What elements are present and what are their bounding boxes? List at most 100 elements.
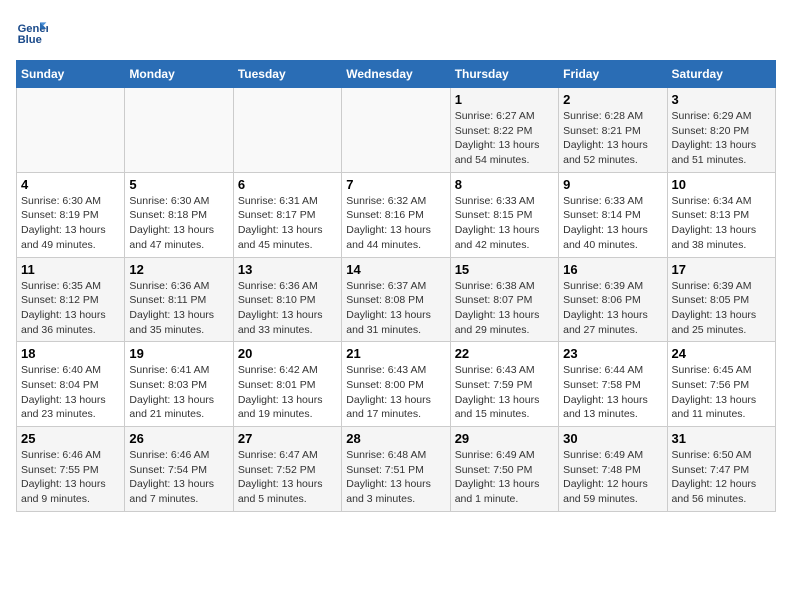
- day-info: Sunrise: 6:49 AM Sunset: 7:50 PM Dayligh…: [455, 448, 554, 507]
- day-info: Sunrise: 6:39 AM Sunset: 8:05 PM Dayligh…: [672, 279, 771, 338]
- day-number: 28: [346, 431, 445, 446]
- logo-icon: General Blue: [16, 16, 48, 48]
- calendar-cell: 29 Sunrise: 6:49 AM Sunset: 7:50 PM Dayli…: [450, 427, 558, 512]
- calendar-header-row: SundayMondayTuesdayWednesdayThursdayFrid…: [17, 61, 776, 88]
- day-info: Sunrise: 6:34 AM Sunset: 8:13 PM Dayligh…: [672, 194, 771, 253]
- day-number: 12: [129, 262, 228, 277]
- calendar-week-row: 4 Sunrise: 6:30 AM Sunset: 8:19 PM Daylig…: [17, 172, 776, 257]
- calendar-cell: 14 Sunrise: 6:37 AM Sunset: 8:08 PM Dayli…: [342, 257, 450, 342]
- calendar-cell: 31 Sunrise: 6:50 AM Sunset: 7:47 PM Dayli…: [667, 427, 775, 512]
- day-info: Sunrise: 6:41 AM Sunset: 8:03 PM Dayligh…: [129, 363, 228, 422]
- day-info: Sunrise: 6:40 AM Sunset: 8:04 PM Dayligh…: [21, 363, 120, 422]
- day-info: Sunrise: 6:38 AM Sunset: 8:07 PM Dayligh…: [455, 279, 554, 338]
- calendar-week-row: 1Sunrise: 6:27 AM Sunset: 8:22 PM Daylig…: [17, 88, 776, 173]
- calendar-cell: 21 Sunrise: 6:43 AM Sunset: 8:00 PM Dayli…: [342, 342, 450, 427]
- day-number: 10: [672, 177, 771, 192]
- calendar-cell: 4 Sunrise: 6:30 AM Sunset: 8:19 PM Daylig…: [17, 172, 125, 257]
- day-info: Sunrise: 6:30 AM Sunset: 8:18 PM Dayligh…: [129, 194, 228, 253]
- day-number: 29: [455, 431, 554, 446]
- day-info: Sunrise: 6:50 AM Sunset: 7:47 PM Dayligh…: [672, 448, 771, 507]
- day-number: 1: [455, 92, 554, 107]
- day-of-week-header: Wednesday: [342, 61, 450, 88]
- day-number: 4: [21, 177, 120, 192]
- calendar-cell: 2Sunrise: 6:28 AM Sunset: 8:21 PM Daylig…: [559, 88, 667, 173]
- day-info: Sunrise: 6:36 AM Sunset: 8:11 PM Dayligh…: [129, 279, 228, 338]
- day-info: Sunrise: 6:31 AM Sunset: 8:17 PM Dayligh…: [238, 194, 337, 253]
- day-info: Sunrise: 6:44 AM Sunset: 7:58 PM Dayligh…: [563, 363, 662, 422]
- day-info: Sunrise: 6:35 AM Sunset: 8:12 PM Dayligh…: [21, 279, 120, 338]
- calendar-cell: 8 Sunrise: 6:33 AM Sunset: 8:15 PM Daylig…: [450, 172, 558, 257]
- day-number: 6: [238, 177, 337, 192]
- day-info: Sunrise: 6:29 AM Sunset: 8:20 PM Dayligh…: [672, 109, 771, 168]
- day-number: 18: [21, 346, 120, 361]
- calendar-cell: [342, 88, 450, 173]
- calendar-week-row: 25 Sunrise: 6:46 AM Sunset: 7:55 PM Dayli…: [17, 427, 776, 512]
- day-number: 13: [238, 262, 337, 277]
- day-number: 11: [21, 262, 120, 277]
- day-of-week-header: Saturday: [667, 61, 775, 88]
- calendar-cell: 23 Sunrise: 6:44 AM Sunset: 7:58 PM Dayli…: [559, 342, 667, 427]
- calendar-cell: [233, 88, 341, 173]
- day-number: 31: [672, 431, 771, 446]
- calendar-cell: 15 Sunrise: 6:38 AM Sunset: 8:07 PM Dayli…: [450, 257, 558, 342]
- calendar-cell: 19 Sunrise: 6:41 AM Sunset: 8:03 PM Dayli…: [125, 342, 233, 427]
- calendar-cell: 1Sunrise: 6:27 AM Sunset: 8:22 PM Daylig…: [450, 88, 558, 173]
- day-info: Sunrise: 6:28 AM Sunset: 8:21 PM Dayligh…: [563, 109, 662, 168]
- day-of-week-header: Friday: [559, 61, 667, 88]
- day-number: 19: [129, 346, 228, 361]
- calendar-cell: 7Sunrise: 6:32 AM Sunset: 8:16 PM Daylig…: [342, 172, 450, 257]
- day-number: 5: [129, 177, 228, 192]
- calendar-cell: 27 Sunrise: 6:47 AM Sunset: 7:52 PM Dayli…: [233, 427, 341, 512]
- calendar-week-row: 11 Sunrise: 6:35 AM Sunset: 8:12 PM Dayli…: [17, 257, 776, 342]
- calendar-cell: 22 Sunrise: 6:43 AM Sunset: 7:59 PM Dayli…: [450, 342, 558, 427]
- day-info: Sunrise: 6:33 AM Sunset: 8:15 PM Dayligh…: [455, 194, 554, 253]
- page-header: General Blue: [16, 16, 776, 48]
- calendar-cell: [125, 88, 233, 173]
- day-number: 14: [346, 262, 445, 277]
- day-number: 27: [238, 431, 337, 446]
- calendar-week-row: 18 Sunrise: 6:40 AM Sunset: 8:04 PM Dayli…: [17, 342, 776, 427]
- day-number: 30: [563, 431, 662, 446]
- day-number: 17: [672, 262, 771, 277]
- day-number: 15: [455, 262, 554, 277]
- day-of-week-header: Monday: [125, 61, 233, 88]
- day-info: Sunrise: 6:48 AM Sunset: 7:51 PM Dayligh…: [346, 448, 445, 507]
- day-number: 9: [563, 177, 662, 192]
- calendar-cell: 16Sunrise: 6:39 AM Sunset: 8:06 PM Dayli…: [559, 257, 667, 342]
- calendar-cell: 18 Sunrise: 6:40 AM Sunset: 8:04 PM Dayli…: [17, 342, 125, 427]
- calendar-cell: 10 Sunrise: 6:34 AM Sunset: 8:13 PM Dayli…: [667, 172, 775, 257]
- calendar-cell: 12 Sunrise: 6:36 AM Sunset: 8:11 PM Dayli…: [125, 257, 233, 342]
- day-number: 24: [672, 346, 771, 361]
- day-number: 23: [563, 346, 662, 361]
- calendar-cell: 26Sunrise: 6:46 AM Sunset: 7:54 PM Dayli…: [125, 427, 233, 512]
- day-info: Sunrise: 6:37 AM Sunset: 8:08 PM Dayligh…: [346, 279, 445, 338]
- calendar-cell: 30 Sunrise: 6:49 AM Sunset: 7:48 PM Dayli…: [559, 427, 667, 512]
- calendar-cell: 20Sunrise: 6:42 AM Sunset: 8:01 PM Dayli…: [233, 342, 341, 427]
- day-of-week-header: Sunday: [17, 61, 125, 88]
- day-number: 8: [455, 177, 554, 192]
- calendar-cell: 13Sunrise: 6:36 AM Sunset: 8:10 PM Dayli…: [233, 257, 341, 342]
- calendar-table: SundayMondayTuesdayWednesdayThursdayFrid…: [16, 60, 776, 512]
- day-info: Sunrise: 6:32 AM Sunset: 8:16 PM Dayligh…: [346, 194, 445, 253]
- day-info: Sunrise: 6:47 AM Sunset: 7:52 PM Dayligh…: [238, 448, 337, 507]
- calendar-cell: 11 Sunrise: 6:35 AM Sunset: 8:12 PM Dayli…: [17, 257, 125, 342]
- day-number: 25: [21, 431, 120, 446]
- day-number: 3: [672, 92, 771, 107]
- day-number: 22: [455, 346, 554, 361]
- svg-text:Blue: Blue: [18, 34, 42, 46]
- day-info: Sunrise: 6:30 AM Sunset: 8:19 PM Dayligh…: [21, 194, 120, 253]
- day-info: Sunrise: 6:39 AM Sunset: 8:06 PM Dayligh…: [563, 279, 662, 338]
- calendar-cell: 9Sunrise: 6:33 AM Sunset: 8:14 PM Daylig…: [559, 172, 667, 257]
- day-number: 21: [346, 346, 445, 361]
- day-info: Sunrise: 6:46 AM Sunset: 7:55 PM Dayligh…: [21, 448, 120, 507]
- calendar-cell: [17, 88, 125, 173]
- calendar-cell: 17 Sunrise: 6:39 AM Sunset: 8:05 PM Dayli…: [667, 257, 775, 342]
- day-number: 20: [238, 346, 337, 361]
- calendar-cell: 28 Sunrise: 6:48 AM Sunset: 7:51 PM Dayli…: [342, 427, 450, 512]
- day-info: Sunrise: 6:49 AM Sunset: 7:48 PM Dayligh…: [563, 448, 662, 507]
- calendar-cell: 3 Sunrise: 6:29 AM Sunset: 8:20 PM Daylig…: [667, 88, 775, 173]
- day-info: Sunrise: 6:43 AM Sunset: 7:59 PM Dayligh…: [455, 363, 554, 422]
- logo: General Blue: [16, 16, 48, 48]
- calendar-cell: 25 Sunrise: 6:46 AM Sunset: 7:55 PM Dayli…: [17, 427, 125, 512]
- day-info: Sunrise: 6:43 AM Sunset: 8:00 PM Dayligh…: [346, 363, 445, 422]
